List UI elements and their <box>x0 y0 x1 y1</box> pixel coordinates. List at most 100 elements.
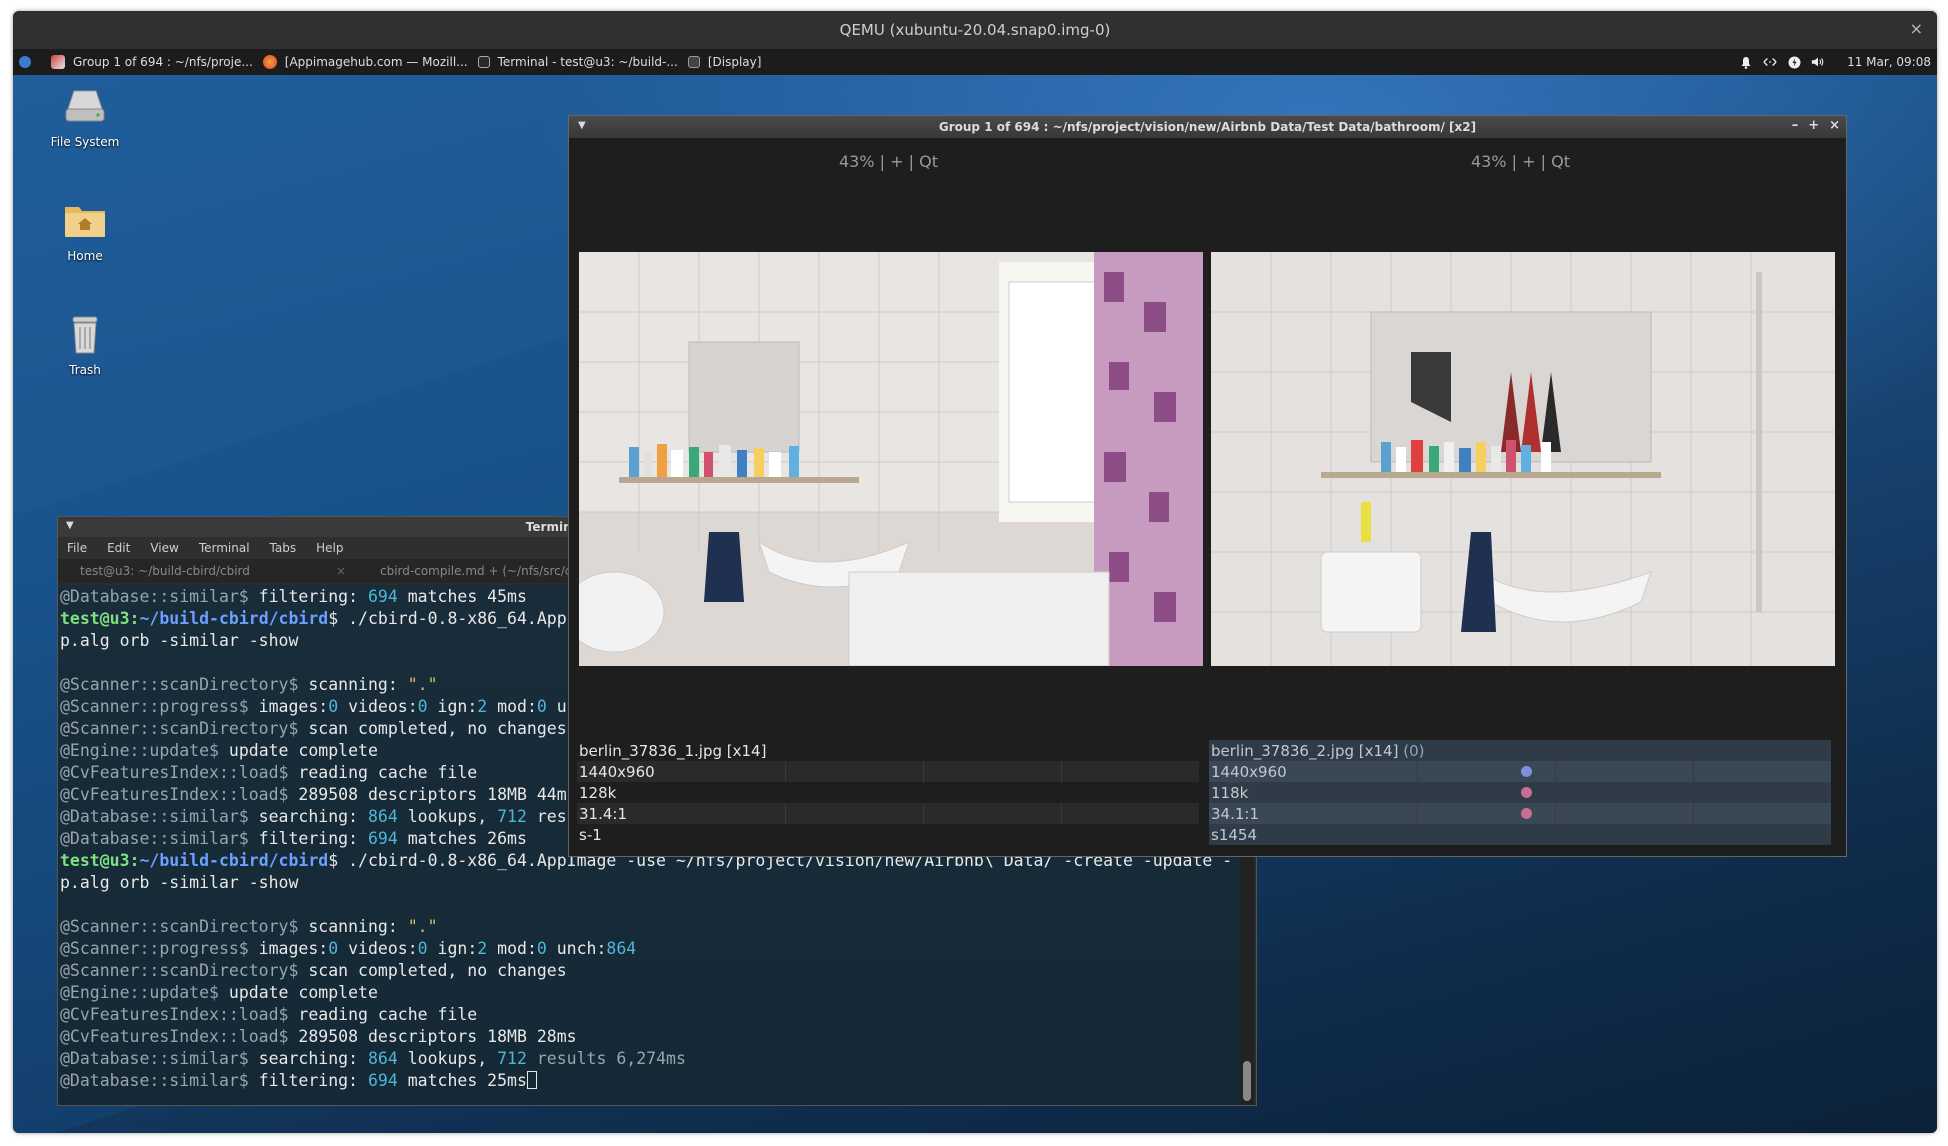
desktop-icon-label: File System <box>50 135 120 149</box>
terminal-text: @CvFeaturesIndex::load$ <box>60 785 289 804</box>
minimize-icon[interactable]: – <box>1792 118 1799 133</box>
terminal-icon <box>477 56 490 68</box>
terminal-text: 864 <box>367 1049 398 1068</box>
menu-tabs[interactable]: Tabs <box>270 541 297 555</box>
terminal-text: scan completed, no changes <box>298 719 567 738</box>
cbird-titlebar[interactable]: ▼ Group 1 of 694 : ~/nfs/project/vision/… <box>569 116 1846 138</box>
resolution-indicator-dot <box>1521 766 1532 777</box>
info-compression: 31.4:1 <box>577 803 1199 824</box>
terminal-text: 0 <box>536 939 547 958</box>
desktop-icon-file-system[interactable]: File System <box>25 83 145 149</box>
left-size: 128k <box>579 783 617 802</box>
tab-label: test@u3: ~/build-cbird/cbird <box>80 564 250 578</box>
terminal-text: 289508 descriptors 18MB 28ms <box>288 1027 577 1046</box>
display-icon <box>687 56 700 68</box>
menu-file[interactable]: File <box>67 541 87 555</box>
menu-edit[interactable]: Edit <box>107 541 130 555</box>
terminal-line: @Database::similar$ searching: 864 looku… <box>60 1048 1240 1070</box>
terminal-text: matches 25ms <box>397 1071 527 1090</box>
terminal-text: @Scanner::progress$ <box>60 697 249 716</box>
terminal-text: ign: <box>427 939 478 958</box>
terminal-text: @Scanner::scanDirectory$ <box>60 675 299 694</box>
desktop-icon-trash[interactable]: Trash <box>25 311 145 377</box>
right-zoom-label: 43% | + | Qt <box>1471 152 1570 171</box>
close-icon[interactable]: × <box>1829 118 1840 133</box>
terminal-text: 712 <box>497 1049 527 1068</box>
terminal-text: update complete <box>218 741 378 760</box>
cbird-compare-window: ▼ Group 1 of 694 : ~/nfs/project/vision/… <box>568 115 1847 857</box>
menu-terminal[interactable]: Terminal <box>199 541 250 555</box>
desktop-icon-label: Home <box>67 249 103 263</box>
cbird-app-icon <box>51 55 65 69</box>
compression-indicator-dot <box>1521 808 1532 819</box>
network-arrows-icon[interactable] <box>1763 55 1777 69</box>
terminal-text: matches 26ms <box>397 829 527 848</box>
scrollbar-thumb[interactable] <box>1243 1061 1251 1101</box>
info-filename: berlin_37836_1.jpg [x14] <box>577 740 1199 761</box>
right-image[interactable] <box>1211 252 1835 666</box>
terminal-text: 0 <box>328 939 339 958</box>
close-icon[interactable]: × <box>1910 19 1923 38</box>
tab-shell[interactable]: test@u3: ~/build-cbird/cbird × <box>58 564 358 578</box>
terminal-text: @Database::similar$ <box>60 1071 249 1090</box>
taskbar-item-firefox[interactable]: [Appimagehub.com — Mozill... <box>262 49 468 75</box>
clock[interactable]: 11 Mar, 09:08 <box>1847 55 1931 69</box>
volume-icon[interactable] <box>1811 55 1825 69</box>
power-icon[interactable] <box>1787 55 1801 69</box>
taskbar-item-cbird[interactable]: Group 1 of 694 : ~/nfs/proje... <box>51 49 253 75</box>
window-menu-icon[interactable]: ▼ <box>66 520 74 531</box>
terminal-text: 712 <box>497 807 527 826</box>
info-resolution: 1440x960 <box>1209 761 1831 782</box>
terminal-text: reading cache file <box>288 763 478 782</box>
terminal-text: 2 <box>477 939 488 958</box>
taskbar-item-terminal[interactable]: Terminal - test@u3: ~/build-... <box>477 49 678 75</box>
terminal-text: "." <box>407 675 438 694</box>
info-score: s1454 <box>1209 824 1831 845</box>
right-info-panel: berlin_37836_2.jpg [x14] (0) 1440x960 11… <box>1209 740 1831 845</box>
terminal-text: lookups, <box>397 807 498 826</box>
terminal-line: @CvFeaturesIndex::load$ reading cache fi… <box>60 1004 1240 1026</box>
guest-desktop: Group 1 of 694 : ~/nfs/proje... [Appimag… <box>13 49 1937 1133</box>
terminal-text: @Scanner::scanDirectory$ <box>60 961 299 980</box>
terminal-text: update complete <box>218 983 378 1002</box>
window-menu-icon[interactable]: ▼ <box>578 120 586 131</box>
taskbar-item-label: [Display] <box>707 55 762 69</box>
terminal-text: @CvFeaturesIndex::load$ <box>60 1027 289 1046</box>
info-size: 118k <box>1209 782 1831 803</box>
terminal-text: 864 <box>606 939 637 958</box>
qemu-titlebar[interactable]: QEMU (xubuntu-20.04.snap0.img-0) × <box>13 11 1937 49</box>
info-filename: berlin_37836_2.jpg [x14] (0) <box>1209 740 1831 761</box>
terminal-line: @Scanner::scanDirectory$ scanning: "." <box>60 916 1240 938</box>
xfce-menu-icon <box>19 56 31 68</box>
size-indicator-dot <box>1521 787 1532 798</box>
terminal-text: searching: <box>248 807 368 826</box>
terminal-text: 2 <box>477 697 488 716</box>
desktop-icon-home[interactable]: Home <box>25 197 145 263</box>
terminal-line: p.alg orb -similar -show <box>60 872 1240 894</box>
terminal-text: results 6,274ms <box>526 1049 686 1068</box>
terminal-text: @CvFeaturesIndex::load$ <box>60 763 289 782</box>
taskbar-item-display[interactable]: [Display] <box>687 49 762 75</box>
terminal-text: @Scanner::scanDirectory$ <box>60 719 299 738</box>
home-folder-icon <box>62 197 108 243</box>
left-image[interactable] <box>579 252 1203 666</box>
terminal-text: 0 <box>417 939 428 958</box>
menu-view[interactable]: View <box>150 541 178 555</box>
terminal-text: 0 <box>328 697 339 716</box>
terminal-text: images: <box>248 697 329 716</box>
terminal-text: @Database::similar$ <box>60 829 249 848</box>
menu-help[interactable]: Help <box>316 541 343 555</box>
terminal-text: 694 <box>367 587 398 606</box>
terminal-text: : <box>129 851 140 870</box>
terminal-text: ign: <box>427 697 478 716</box>
terminal-text: lookups, <box>397 1049 498 1068</box>
terminal-text: images: <box>248 939 329 958</box>
whisker-menu-button[interactable] <box>19 49 35 75</box>
terminal-text: @Database::similar$ <box>60 1049 249 1068</box>
maximize-icon[interactable]: + <box>1808 118 1819 133</box>
trash-icon <box>62 311 108 357</box>
close-tab-icon[interactable]: × <box>336 564 346 578</box>
terminal-text: reading cache file <box>288 1005 478 1024</box>
notification-bell-icon[interactable] <box>1739 55 1753 69</box>
